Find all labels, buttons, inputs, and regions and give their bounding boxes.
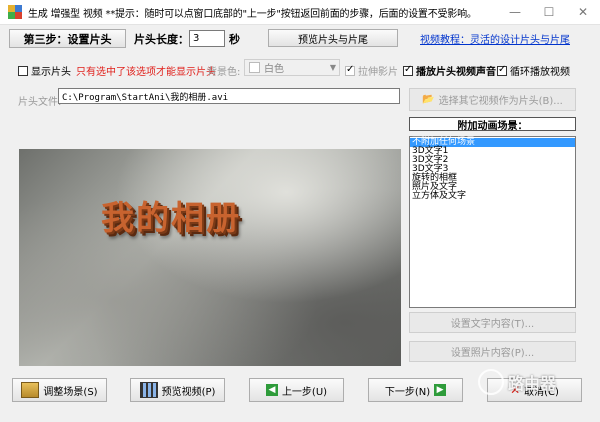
stretch-image-check-icon <box>345 64 355 76</box>
minimize-icon: — <box>509 5 521 19</box>
duration-unit: 秒 <box>229 33 240 46</box>
prev-step-button[interactable]: ◀ 上一步(U) <box>249 378 344 402</box>
title-bar: 生成 增强型 视频 **提示：随时可以点窗口底部的"上一步"按钮返回前面的步骤，… <box>0 0 600 25</box>
show-intro-checkbox[interactable]: 显示片头 <box>18 63 71 78</box>
duration-input[interactable]: 3 <box>189 30 225 47</box>
close-icon: ✕ <box>577 5 589 19</box>
preview-intro-outro-button[interactable]: 预览片头与片尾 <box>268 29 398 47</box>
play-audio-checkbox[interactable]: 播放片头视频声音 <box>403 63 496 78</box>
intro-file-label: 片头文件: <box>18 97 62 108</box>
step-title-button[interactable]: 第三步：设置片头 <box>9 29 126 48</box>
watermark: 路由器 <box>478 360 588 404</box>
close-button[interactable]: ✕ <box>566 0 600 24</box>
minimize-button[interactable]: — <box>498 0 532 24</box>
list-item[interactable]: 立方体及文字 <box>410 192 575 201</box>
maximize-icon: ☐ <box>543 5 555 19</box>
video-preview: 我的相册 <box>19 149 401 366</box>
adjust-scene-label: 调整场景(S) <box>43 386 98 398</box>
chevron-down-icon: ▼ <box>329 63 336 72</box>
loop-video-label: 循环播放视频 <box>510 67 570 78</box>
watermark-text: 路由器 <box>508 374 557 393</box>
preview-video-label: 预览视频(P) <box>161 386 216 398</box>
app-icon <box>8 5 22 19</box>
loop-video-checkbox[interactable]: 循环播放视频 <box>497 63 570 78</box>
play-audio-label: 播放片头视频声音 <box>416 67 496 78</box>
choose-video-button[interactable]: 📂 选择其它视频作为片头(B)... <box>409 88 576 111</box>
color-swatch-icon <box>249 62 260 73</box>
adjust-scene-button[interactable]: 调整场景(S) <box>12 378 107 402</box>
loop-video-check-icon <box>497 64 507 76</box>
bg-color-label: 背景色: <box>207 67 241 78</box>
arrow-right-icon: ▶ <box>434 384 447 396</box>
folder-icon: 📂 <box>422 94 435 105</box>
scene-icon <box>21 382 40 398</box>
animation-list[interactable]: 不附加任何场景 3D文字1 3D文字2 3D文字3 旋转的相框 照片及文字 立方… <box>409 136 576 308</box>
tutorial-link[interactable]: 视频教程：灵活的设计片头与片尾 <box>420 31 570 46</box>
show-intro-label: 显示片头 <box>31 67 71 78</box>
next-step-button[interactable]: 下一步(N) ▶ <box>368 378 463 402</box>
main-window: 生成 增强型 视频 **提示：随时可以点窗口底部的"上一步"按钮返回前面的步骤，… <box>0 0 600 422</box>
stretch-image-label: 拉伸影片 <box>358 67 398 78</box>
bg-color-select[interactable]: 白色 ▼ <box>244 59 340 76</box>
window-title: 生成 增强型 视频 **提示：随时可以点窗口底部的"上一步"按钮返回前面的步骤，… <box>28 8 477 20</box>
set-text-button[interactable]: 设置文字内容(T)... <box>409 312 576 333</box>
preview-video-button[interactable]: 预览视频(P) <box>130 378 225 402</box>
show-intro-hint: 只有选中了该选项才能显示片头 <box>76 67 216 78</box>
set-photo-button[interactable]: 设置照片内容(P)... <box>409 341 576 362</box>
show-intro-check-icon <box>18 65 28 76</box>
maximize-button[interactable]: ☐ <box>532 0 566 24</box>
animation-list-header: 附加动画场景： <box>409 117 576 132</box>
choose-video-label: 选择其它视频作为片头(B)... <box>438 96 563 107</box>
intro-file-path[interactable]: C:\Program\StartAni\我的相册.avi <box>58 88 400 104</box>
router-logo-icon <box>478 369 504 395</box>
play-audio-check-icon <box>403 64 413 76</box>
preview-title-text: 我的相册 <box>101 198 241 237</box>
duration-label: 片头长度： <box>134 33 189 46</box>
arrow-left-icon: ◀ <box>265 384 278 396</box>
film-icon <box>139 382 158 398</box>
stretch-image-checkbox[interactable]: 拉伸影片 <box>345 63 398 78</box>
prev-step-label: 上一步(U) <box>281 386 328 398</box>
bg-color-value: 白色 <box>264 64 284 75</box>
next-step-label: 下一步(N) <box>384 386 431 398</box>
